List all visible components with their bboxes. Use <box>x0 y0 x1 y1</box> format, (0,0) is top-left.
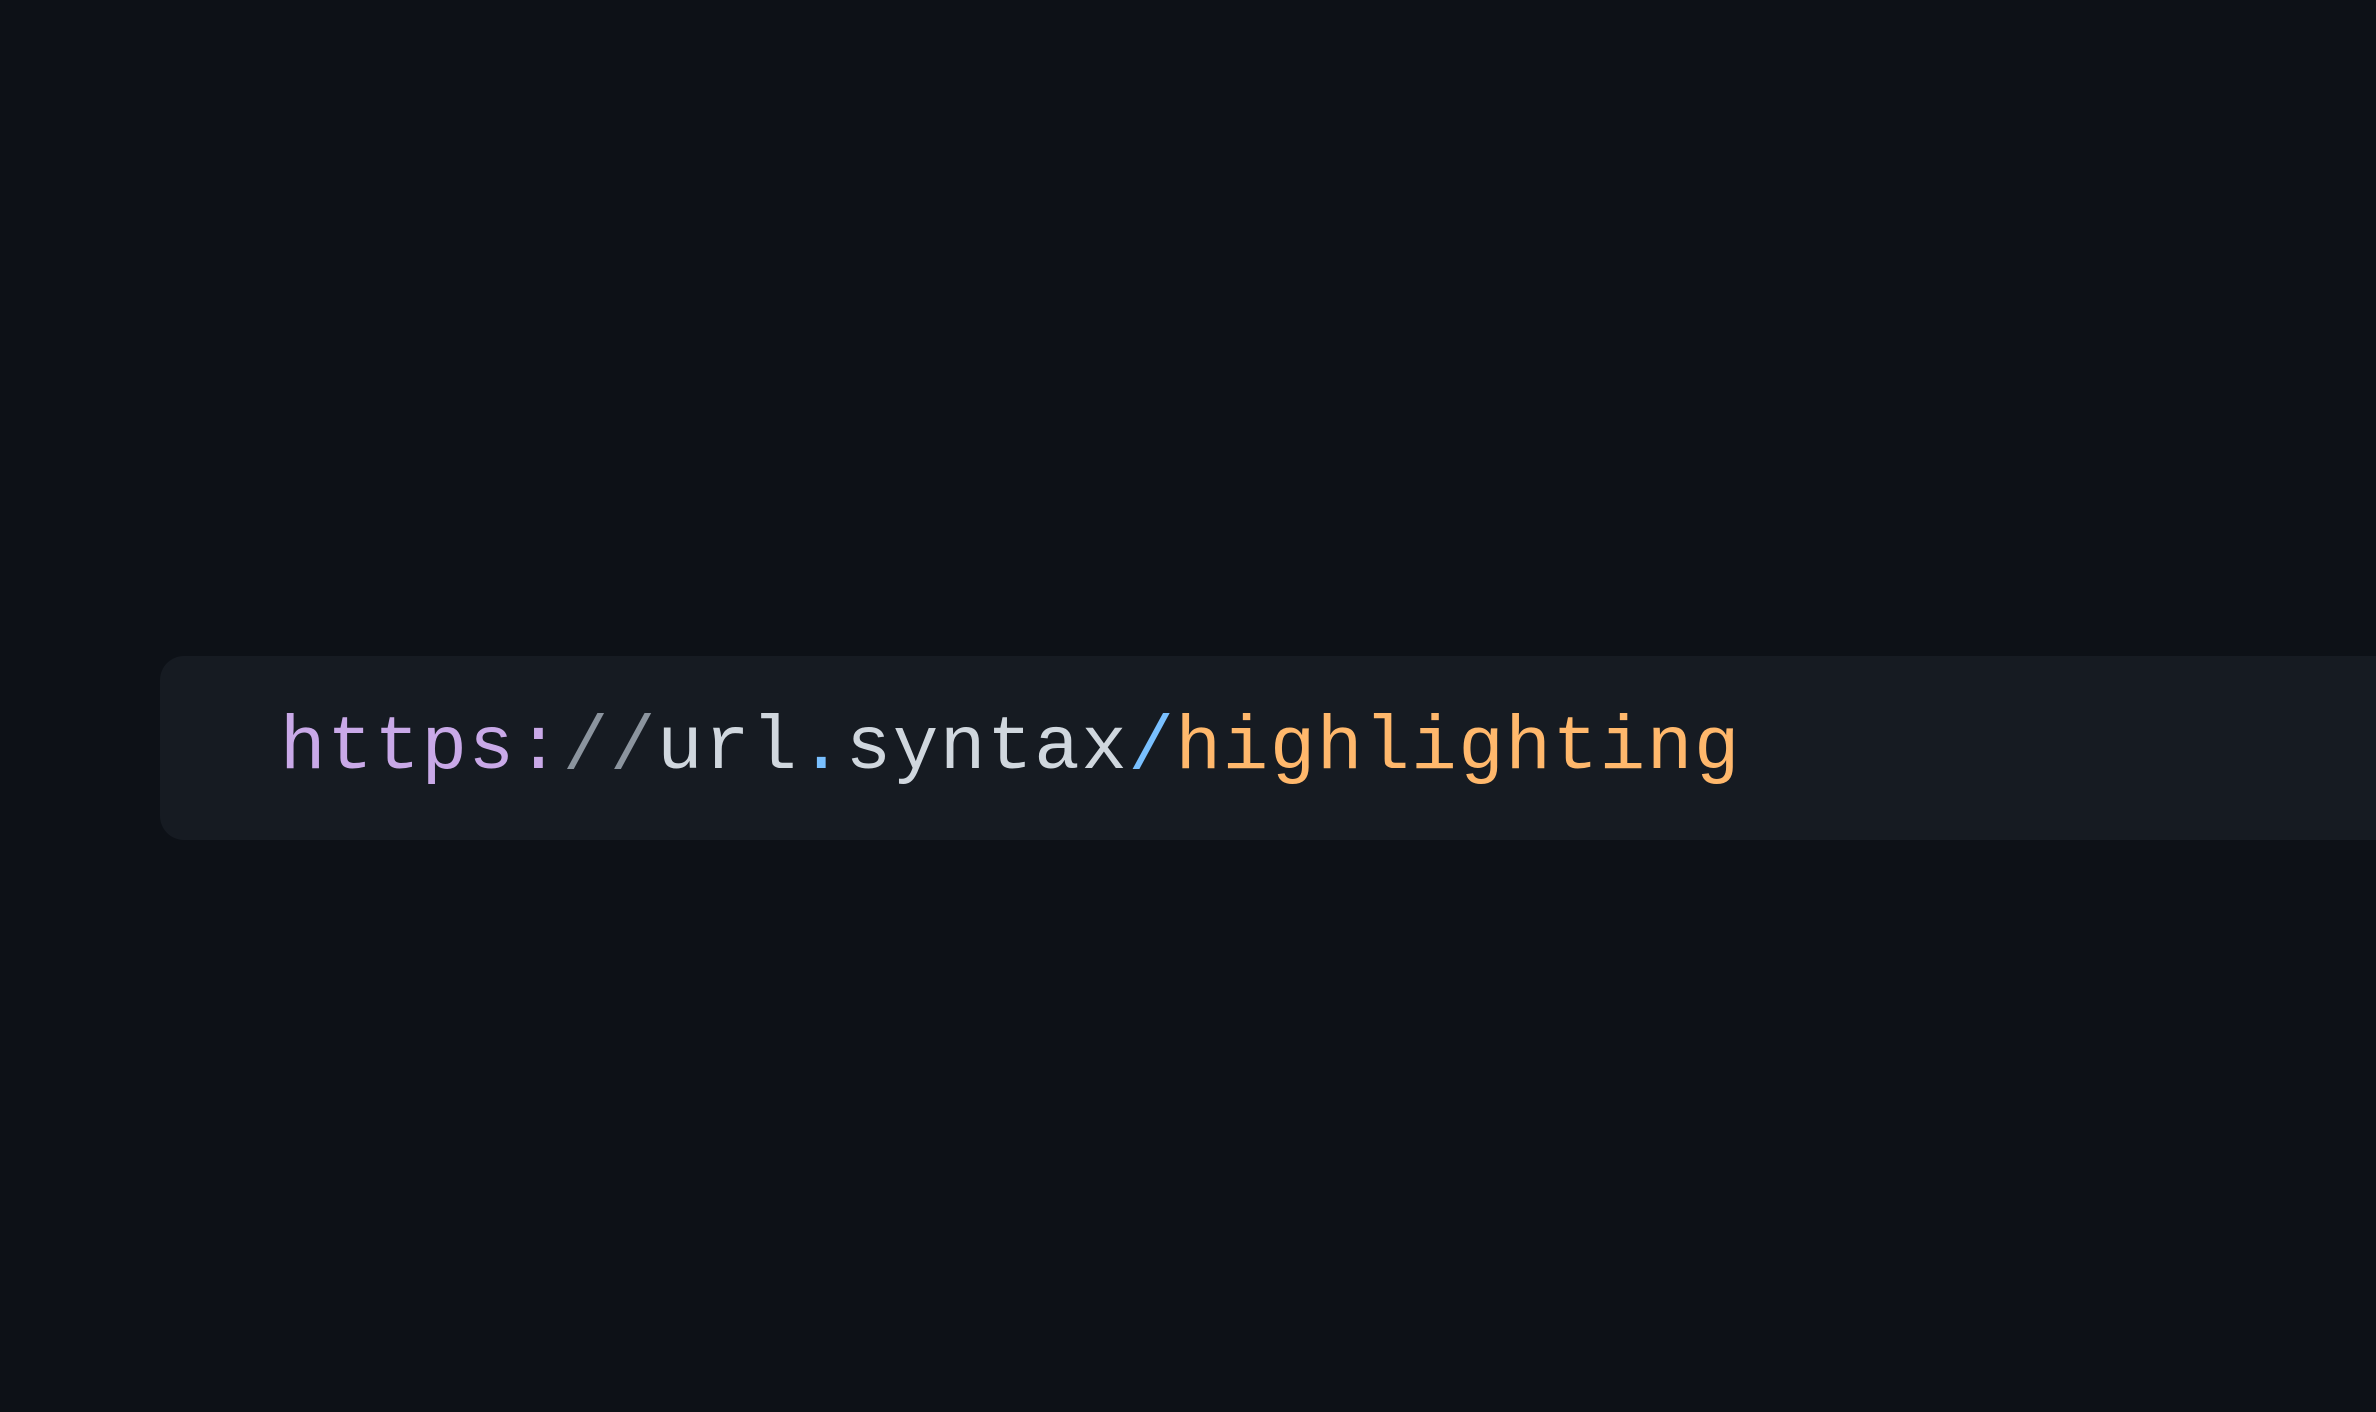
url-scheme: https <box>280 705 516 791</box>
url-path: highlighting <box>1175 705 1741 791</box>
url-text[interactable]: https://url.syntax/highlighting <box>280 705 1741 791</box>
url-dot: . <box>798 705 845 791</box>
url-host-subdomain: url <box>657 705 798 791</box>
url-host-tld: syntax <box>846 705 1129 791</box>
url-colon: : <box>516 705 563 791</box>
url-path-slash: / <box>1128 705 1175 791</box>
address-bar[interactable]: https://url.syntax/highlighting <box>160 656 2376 840</box>
url-slashes: // <box>563 705 657 791</box>
